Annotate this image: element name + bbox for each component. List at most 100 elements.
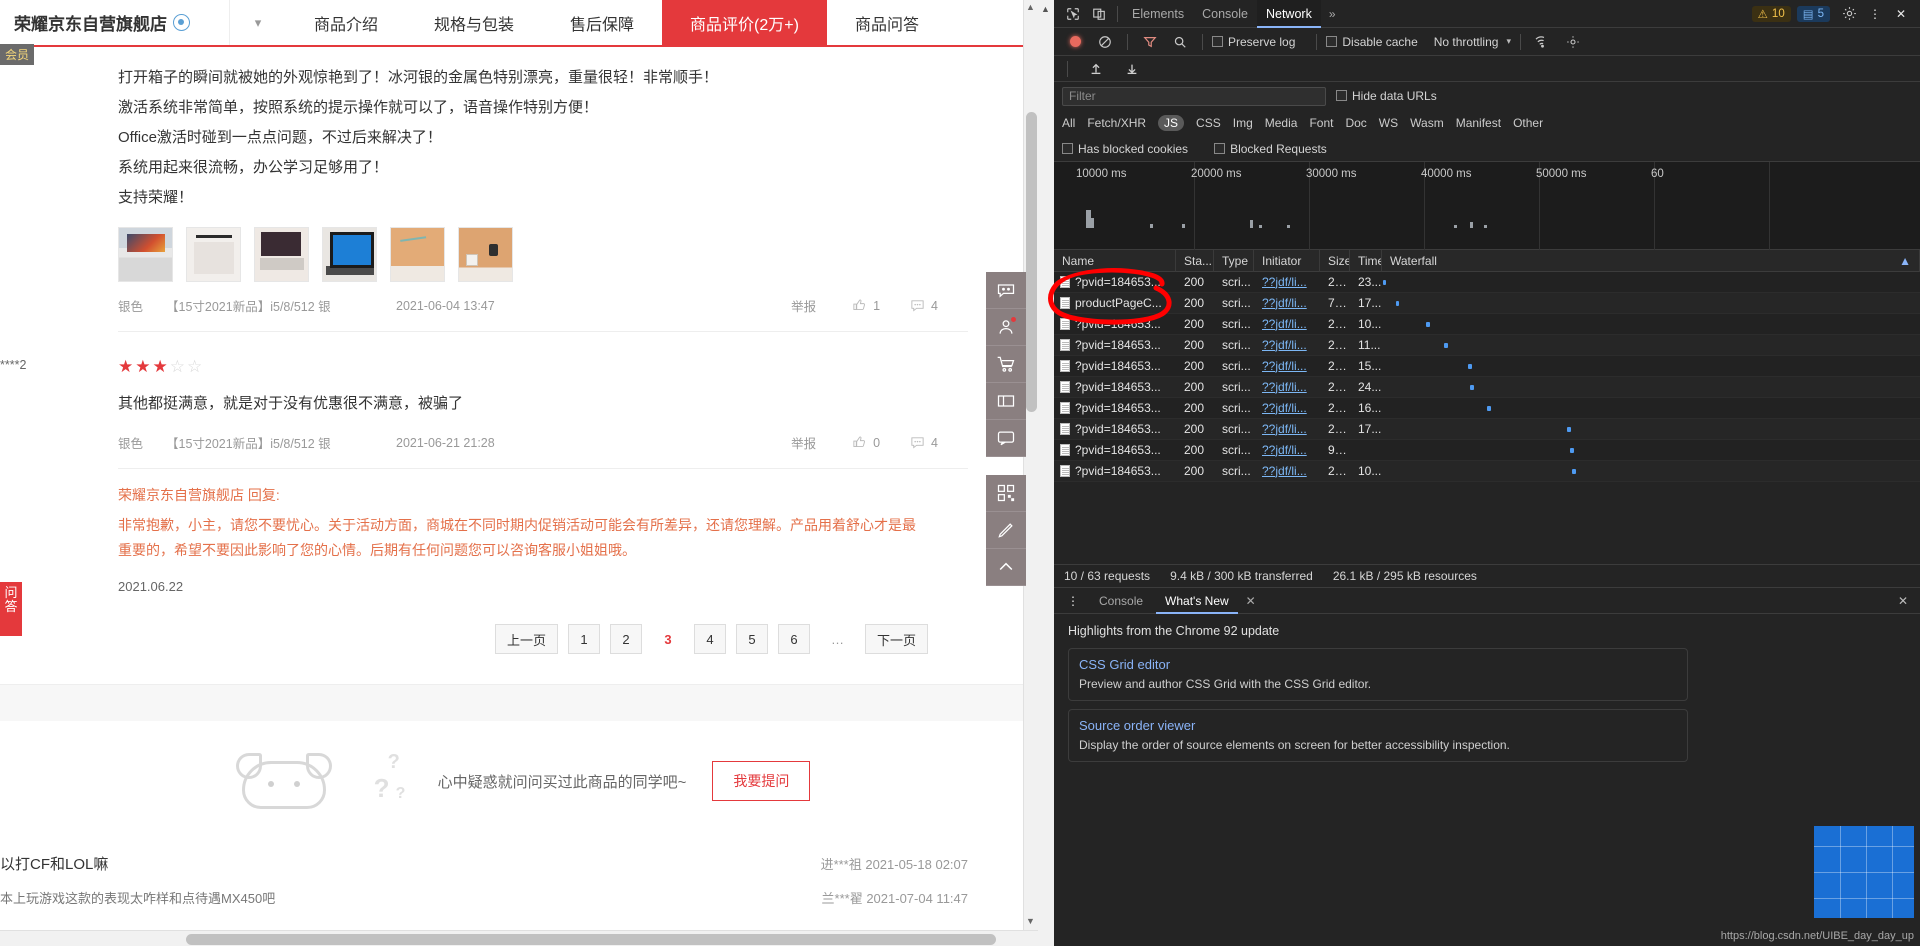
type-filter-js[interactable]: JS (1158, 115, 1185, 131)
type-filter-ws[interactable]: WS (1379, 116, 1398, 130)
chat-bubble-icon[interactable] (986, 272, 1026, 309)
page-horizontal-scrollbar[interactable] (0, 930, 1038, 946)
table-row[interactable]: ?pvid=184653... 200 scri... ??jdf/li... … (1054, 398, 1920, 419)
table-row[interactable]: productPageC... 200 scri... ??jdf/li... … (1054, 293, 1920, 314)
thumb-laptop-colorful-screen[interactable] (118, 227, 173, 282)
page-vertical-scroll-thumb[interactable] (1026, 112, 1037, 412)
request-initiator[interactable]: ??jdf/li... (1254, 419, 1320, 440)
import-har-icon[interactable] (1083, 56, 1109, 82)
request-initiator[interactable]: ??jdf/li... (1254, 440, 1320, 461)
tab-reviews[interactable]: 商品评价(2万+) (662, 0, 827, 45)
tab-qa[interactable]: 商品问答 (827, 0, 947, 45)
chevron-down-icon[interactable]: ▾ (1506, 36, 1511, 47)
type-filter-font[interactable]: Font (1309, 116, 1333, 130)
hide-data-urls-checkbox[interactable]: Hide data URLs (1336, 89, 1437, 103)
column-header-status[interactable]: Sta... (1176, 249, 1214, 272)
request-initiator[interactable]: ??jdf/li... (1254, 461, 1320, 482)
table-row[interactable]: ?pvid=184653... 200 scri... ??jdf/li... … (1054, 377, 1920, 398)
comment-action[interactable]: 4 (910, 298, 938, 313)
table-row[interactable]: ?pvid=184653... 200 scri... ??jdf/li... … (1054, 461, 1920, 482)
thumb-box-open[interactable] (390, 227, 445, 282)
tab-after-sale[interactable]: 售后保障 (542, 0, 662, 45)
request-initiator[interactable]: ??jdf/li... (1254, 377, 1320, 398)
column-header-time[interactable]: Time (1350, 249, 1382, 272)
pagination-next[interactable]: 下一页 (864, 624, 928, 654)
pagination-page-6[interactable]: 6 (777, 624, 810, 654)
qr-code-icon[interactable] (986, 475, 1026, 512)
thumb-laptop-blue-screen[interactable] (322, 227, 377, 282)
devtools-tab-network[interactable]: Network (1256, 0, 1321, 28)
tab-spec-package[interactable]: 规格与包装 (406, 0, 542, 45)
scroll-up-arrow-icon[interactable]: ▲ (1025, 2, 1036, 14)
like-action[interactable]: 0 (852, 435, 880, 450)
devtools-tab-console[interactable]: Console (1193, 0, 1257, 28)
table-row[interactable]: ?pvid=184653... 200 scri... ??jdf/li... … (1054, 419, 1920, 440)
request-initiator[interactable]: ??jdf/li... (1254, 398, 1320, 419)
compare-icon[interactable] (986, 383, 1026, 420)
scroll-to-top-icon[interactable] (986, 549, 1026, 586)
type-filter-img[interactable]: Img (1233, 116, 1253, 130)
close-icon[interactable]: ✕ (1888, 1, 1914, 27)
throttling-select[interactable]: No throttling (1434, 35, 1499, 49)
table-row[interactable]: ?pvid=184653... 200 scri... ??jdf/li... … (1054, 272, 1920, 293)
pagination-page-1[interactable]: 1 (567, 624, 600, 654)
blocked-requests-checkbox[interactable]: Blocked Requests (1214, 142, 1327, 156)
pagination-prev[interactable]: 上一页 (494, 624, 558, 654)
record-button-icon[interactable] (1062, 29, 1088, 55)
pagination-page-5[interactable]: 5 (735, 624, 768, 654)
thumb-laptop-closed-white[interactable] (186, 227, 241, 282)
comment-action[interactable]: 4 (910, 435, 938, 450)
sort-ascending-icon[interactable]: ▲ (1899, 250, 1911, 272)
network-filter-input[interactable]: Filter (1062, 86, 1326, 106)
card-title[interactable]: CSS Grid editor (1079, 657, 1677, 672)
devtools-more-tabs-icon[interactable]: » (1321, 7, 1344, 21)
whats-new-card[interactable]: CSS Grid editor Preview and author CSS G… (1068, 648, 1688, 701)
type-filter-manifest[interactable]: Manifest (1456, 116, 1501, 130)
thumb-box-with-label[interactable] (458, 227, 513, 282)
type-filter-media[interactable]: Media (1265, 116, 1298, 130)
preserve-log-checkbox[interactable]: Preserve log (1212, 35, 1295, 49)
type-filter-all[interactable]: All (1062, 116, 1075, 130)
table-row[interactable]: ?pvid=184653... 200 scri... ??jdf/li... … (1054, 356, 1920, 377)
kebab-menu-icon[interactable]: ⋮ (1862, 1, 1888, 27)
table-row[interactable]: ?pvid=184653... 200 scri... ??jdf/li... … (1054, 314, 1920, 335)
column-header-size[interactable]: Size (1320, 249, 1350, 272)
page-horizontal-scroll-thumb[interactable] (186, 934, 996, 945)
clear-network-icon[interactable] (1092, 29, 1118, 55)
request-initiator[interactable]: ??jdf/li... (1254, 293, 1320, 314)
type-filter-css[interactable]: CSS (1196, 116, 1221, 130)
devtools-tab-elements[interactable]: Elements (1123, 0, 1193, 28)
type-filter-other[interactable]: Other (1513, 116, 1543, 130)
request-initiator[interactable]: ??jdf/li... (1254, 314, 1320, 335)
drawer-tab-close-icon[interactable]: ✕ (1246, 594, 1256, 608)
info-count-badge[interactable]: ▤ 5 (1796, 5, 1830, 22)
type-filter-doc[interactable]: Doc (1345, 116, 1366, 130)
network-overview-timeline[interactable]: 10000 ms 20000 ms 30000 ms 40000 ms 5000… (1054, 162, 1920, 250)
tab-product-intro[interactable]: 商品介绍 (286, 0, 406, 45)
close-icon[interactable]: ✕ (1892, 594, 1914, 608)
column-header-type[interactable]: Type (1214, 249, 1254, 272)
thumb-laptop-dark-screen[interactable] (254, 227, 309, 282)
column-header-initiator[interactable]: Initiator (1254, 249, 1320, 272)
request-initiator[interactable]: ??jdf/li... (1254, 356, 1320, 377)
warning-count-badge[interactable]: ⚠ 10 (1751, 5, 1791, 22)
has-blocked-cookies-checkbox[interactable]: Has blocked cookies (1062, 142, 1188, 156)
drawer-tab-console[interactable]: Console (1090, 588, 1152, 614)
table-row[interactable]: ?pvid=184653... 200 scri... ??jdf/li... … (1054, 335, 1920, 356)
whats-new-card[interactable]: Source order viewer Display the order of… (1068, 709, 1688, 762)
scroll-up-arrow-icon[interactable]: ▲ (1041, 4, 1050, 14)
kebab-menu-icon[interactable]: ⋮ (1060, 588, 1086, 614)
qa-item[interactable]: 以打CF和LOL嘛 进***祖 2021-05-18 02:07 (0, 837, 968, 882)
drawer-tab-whats-new[interactable]: What's New (1156, 588, 1238, 614)
pagination-page-4[interactable]: 4 (693, 624, 726, 654)
ask-question-button[interactable]: 我要提问 (712, 761, 811, 801)
like-action[interactable]: 1 (852, 298, 880, 313)
feedback-icon[interactable] (986, 420, 1026, 457)
type-filter-wasm[interactable]: Wasm (1410, 116, 1444, 130)
report-link[interactable]: 举报 (791, 296, 816, 315)
type-filter-fetch-xhr[interactable]: Fetch/XHR (1087, 116, 1146, 130)
scroll-down-arrow-icon[interactable]: ▼ (1025, 916, 1036, 928)
column-header-name[interactable]: Name (1054, 249, 1176, 272)
shopping-cart-icon[interactable] (986, 346, 1026, 383)
disable-cache-checkbox[interactable]: Disable cache (1326, 35, 1418, 49)
